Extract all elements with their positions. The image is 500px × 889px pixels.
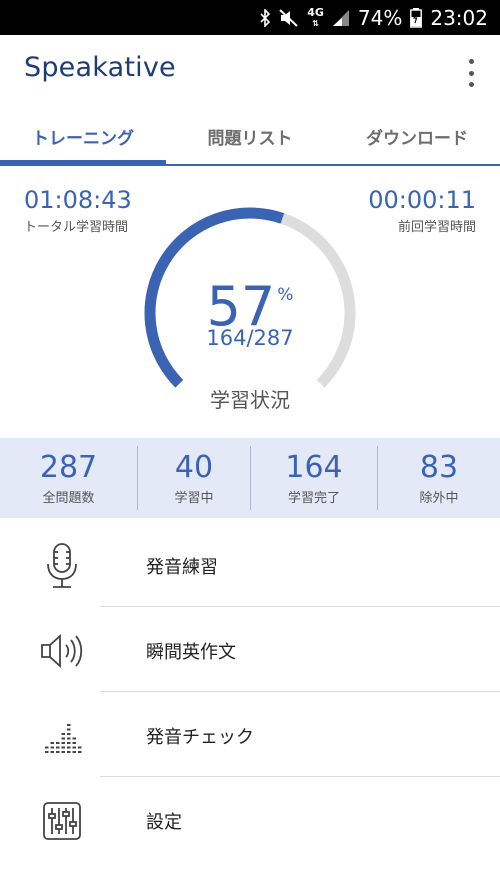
menu-divider (100, 776, 500, 777)
tab-bar: トレーニング 問題リスト ダウンロード (0, 105, 500, 167)
tab-active-indicator (0, 160, 166, 166)
progress-count: 164/287 (206, 326, 294, 350)
speaker-icon (36, 627, 88, 675)
app-title: Speakative (24, 52, 176, 83)
bluetooth-icon (259, 8, 271, 27)
tab-training[interactable]: トレーニング (0, 105, 166, 167)
stat-excluded-label: 除外中 (419, 491, 459, 506)
stat-learning-label: 学習中 (174, 491, 214, 506)
last-study-time-value: 00:00:11 (368, 186, 476, 214)
total-study-time-value: 01:08:43 (24, 186, 132, 214)
tab-question-list[interactable]: 問題リスト (166, 105, 334, 167)
stat-completed: 164 学習完了 (251, 438, 377, 518)
menu-item-label: 瞬間英作文 (146, 642, 236, 663)
last-study-time-label: 前回学習時間 (397, 220, 476, 235)
stat-total-label: 全問題数 (42, 491, 95, 506)
stat-learning-value: 40 (174, 450, 214, 485)
menu-item-label: 発音練習 (146, 557, 218, 578)
stat-completed-value: 164 (285, 450, 343, 485)
menu-item-instant-composition[interactable]: 瞬間英作文 (0, 609, 500, 693)
stat-total-value: 287 (39, 450, 98, 485)
level-meter-icon (36, 712, 88, 760)
menu-item-pronunciation-practice[interactable]: 発音練習 (0, 524, 500, 608)
overflow-menu-icon[interactable] (466, 59, 476, 87)
mute-icon (279, 8, 299, 27)
network-type: 4G (307, 5, 324, 19)
stat-total: 287 全問題数 (0, 438, 137, 518)
status-bar: 4G ⇅ 74% 23:02 (0, 0, 500, 35)
stats-bar: 287 全問題数 40 学習中 164 学習完了 83 除外中 (0, 438, 500, 518)
app-bar: Speakative (0, 35, 500, 105)
progress-gauge: 57% 164/287 学習状況 (140, 203, 360, 423)
menu-divider (100, 606, 500, 607)
menu-item-label: 発音チェック (146, 727, 254, 748)
menu-divider (100, 691, 500, 692)
progress-label: 学習状況 (210, 388, 290, 412)
stat-completed-label: 学習完了 (287, 491, 340, 506)
tab-download[interactable]: ダウンロード (334, 105, 500, 167)
stat-excluded-value: 83 (419, 450, 459, 485)
battery-charging-icon (410, 7, 423, 28)
menu-item-label: 設定 (146, 812, 182, 833)
total-study-time: 01:08:43 トータル学習時間 (24, 186, 132, 235)
stat-excluded: 83 除外中 (378, 438, 500, 518)
network-icon: 4G ⇅ (307, 5, 324, 28)
total-study-time-label: トータル学習時間 (24, 220, 129, 235)
menu-item-settings[interactable]: 設定 (0, 779, 500, 863)
signal-icon (332, 9, 350, 27)
stat-learning: 40 学習中 (138, 438, 250, 518)
microphone-icon (36, 542, 88, 590)
last-study-time: 00:00:11 前回学習時間 (368, 186, 476, 235)
clock: 23:02 (430, 5, 488, 30)
status-icons: 4G ⇅ 74% 23:02 (259, 0, 488, 35)
battery-percent: 74% (357, 5, 403, 30)
percent-sign: % (277, 285, 294, 305)
equalizer-settings-icon (36, 797, 88, 845)
menu-item-pronunciation-check[interactable]: 発音チェック (0, 694, 500, 778)
